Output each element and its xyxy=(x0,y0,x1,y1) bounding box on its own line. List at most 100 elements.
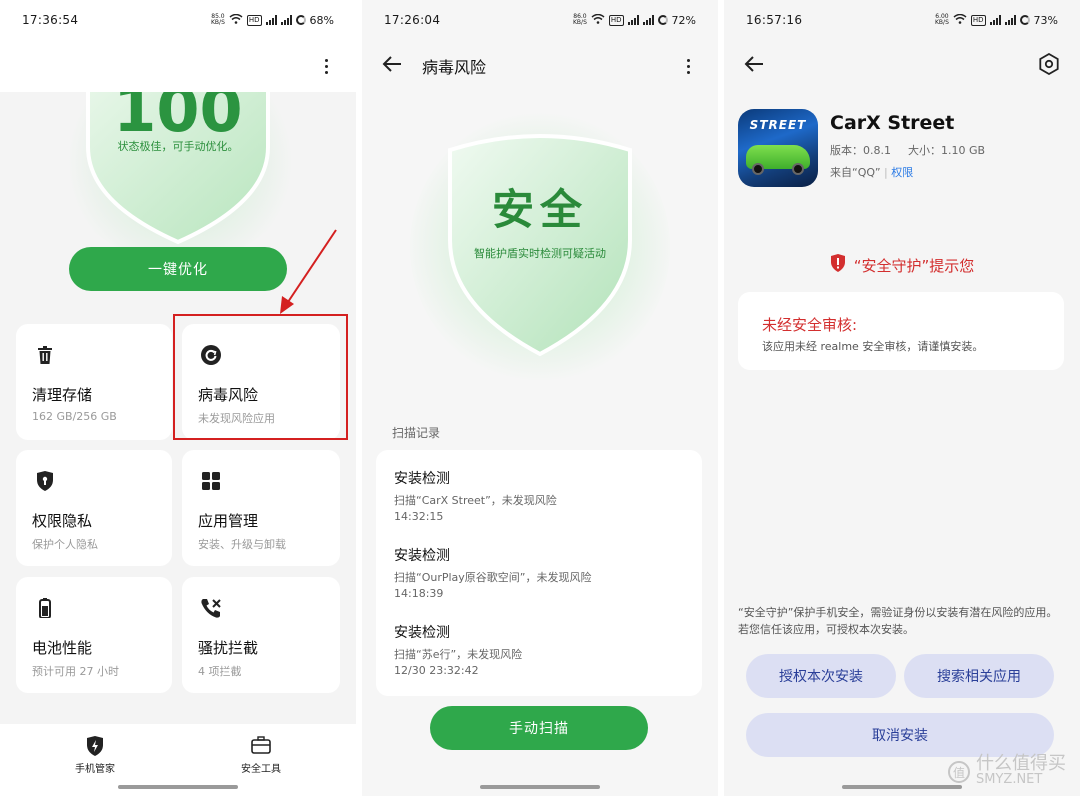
warning-card: 未经安全审核: 该应用未经 realme 安全审核，请谨慎安装。 xyxy=(738,292,1064,370)
card-subtitle: 保护个人隐私 xyxy=(32,538,98,551)
status-bar: 17:36:54 85.0 KB/S HD 68% xyxy=(0,0,356,40)
apps-grid-icon xyxy=(200,470,222,492)
warning-card-title: 未经安全审核: xyxy=(762,316,858,334)
signal-icon-2 xyxy=(642,15,654,25)
watermark-logo-icon: 值 xyxy=(948,761,970,783)
card-subtitle: 安装、升级与卸载 xyxy=(198,538,286,551)
app-icon-label: STREET xyxy=(749,118,807,132)
warning-shield-icon xyxy=(830,254,846,276)
list-item[interactable]: 安装检测 扫描“CarX Street”，未发现风险 14:32:15 xyxy=(394,468,557,523)
nav-label: 手机管家 xyxy=(75,764,115,775)
home-indicator xyxy=(118,785,238,789)
battery-icon xyxy=(34,597,56,619)
privacy-shield-icon xyxy=(34,470,56,492)
card-subtitle: 162 GB/256 GB xyxy=(32,410,117,423)
wifi-icon xyxy=(591,13,605,27)
net-speed: 6.00 KB/S xyxy=(935,13,949,26)
more-menu-icon[interactable] xyxy=(678,58,698,74)
back-arrow-icon[interactable] xyxy=(382,55,406,77)
battery-percent: 73% xyxy=(1033,13,1058,27)
phone-manager-screen: 17:36:54 85.0 KB/S HD 68% 100 状态极佳，可手动优化… xyxy=(0,0,356,796)
app-meta: 版本：0.8.1 大小：1.10 GB xyxy=(830,142,985,158)
back-arrow-icon[interactable] xyxy=(744,55,768,77)
card-harassment-block[interactable]: 骚扰拦截 4 项拦截 xyxy=(182,577,340,693)
card-title: 电池性能 xyxy=(32,639,93,657)
battery-percent: 68% xyxy=(309,13,334,27)
more-menu-icon[interactable] xyxy=(316,58,336,74)
card-title: 骚扰拦截 xyxy=(198,639,259,657)
card-clean-storage[interactable]: 清理存储 162 GB/256 GB xyxy=(16,324,172,440)
hd-icon: HD xyxy=(970,14,986,26)
wheel xyxy=(792,163,804,175)
nav-security-tools[interactable]: 安全工具 xyxy=(221,736,301,775)
record-time: 12/30 23:32:42 xyxy=(394,664,479,677)
status-icons: 85.0 KB/S HD 68% xyxy=(211,13,334,27)
watermark: 值 什么值得买 SMYZ.NET xyxy=(948,755,1066,788)
health-score: 100 xyxy=(113,92,243,146)
status-time: 16:57:16 xyxy=(746,13,803,27)
security-status-subtitle: 智能护盾实时检测可疑活动 xyxy=(474,247,606,260)
record-time: 14:18:39 xyxy=(394,587,444,600)
card-battery-performance[interactable]: 电池性能 预计可用 27 小时 xyxy=(16,577,172,693)
record-time: 14:32:15 xyxy=(394,510,444,523)
settings-gear-icon[interactable] xyxy=(1038,52,1060,79)
record-desc: 扫描“OurPlay原谷歌空间”，未发现风险 xyxy=(394,571,592,584)
install-warning-screen: 16:57:16 6.00 KB/S HD 73% STREET CarX St… xyxy=(724,0,1080,796)
battery-icon xyxy=(295,15,306,25)
annotation-highlight-box xyxy=(173,314,348,440)
nav-phone-manager[interactable]: 手机管家 xyxy=(55,736,135,775)
top-bar xyxy=(724,40,1080,92)
annotation-arrow-icon xyxy=(280,229,337,314)
card-title: 权限隐私 xyxy=(32,512,93,530)
triple-screenshot: 17:36:54 85.0 KB/S HD 68% 100 状态极佳，可手动优化… xyxy=(0,0,1080,796)
top-bar xyxy=(0,40,356,92)
status-bar: 17:26:04 86.0 KB/S HD 72% xyxy=(362,0,718,40)
page-title: 病毒风险 xyxy=(422,58,487,77)
wifi-icon xyxy=(953,13,967,27)
battery-icon xyxy=(1019,15,1030,25)
record-desc: 扫描“CarX Street”，未发现风险 xyxy=(394,494,557,507)
record-title: 安装检测 xyxy=(394,471,450,487)
app-icon: STREET xyxy=(738,109,818,187)
list-item[interactable]: 安装检测 扫描“OurPlay原谷歌空间”，未发现风险 14:18:39 xyxy=(394,545,592,600)
warning-card-desc: 该应用未经 realme 安全审核，请谨慎安装。 xyxy=(762,340,984,353)
health-status-text: 状态极佳，可手动优化。 xyxy=(117,140,239,153)
status-time: 17:36:54 xyxy=(22,13,79,27)
optimize-button[interactable]: 一键优化 xyxy=(69,247,287,291)
signal-icon xyxy=(627,15,639,25)
signal-icon xyxy=(265,15,277,25)
signal-icon-2 xyxy=(280,15,292,25)
scan-records-list: 安装检测 扫描“CarX Street”，未发现风险 14:32:15 安装检测… xyxy=(376,450,702,696)
search-related-button[interactable]: 搜索相关应用 xyxy=(904,654,1054,698)
security-warning-heading: “安全守护”提示您 xyxy=(724,254,1080,276)
scan-records-header: 扫描记录 xyxy=(392,426,441,440)
battery-percent: 72% xyxy=(671,13,696,27)
call-block-icon xyxy=(200,597,222,619)
list-item[interactable]: 安装检测 扫描“苏e行”，未发现风险 12/30 23:32:42 xyxy=(394,622,522,677)
status-icons: 86.0 KB/S HD 72% xyxy=(573,13,696,27)
card-subtitle: 预计可用 27 小时 xyxy=(32,665,119,678)
app-name: CarX Street xyxy=(830,112,955,134)
manual-scan-button[interactable]: 手动扫描 xyxy=(430,706,648,750)
hd-icon: HD xyxy=(246,14,262,26)
shield-graphic xyxy=(448,134,632,357)
status-bar: 16:57:16 6.00 KB/S HD 73% xyxy=(724,0,1080,40)
permissions-link[interactable]: 权限 xyxy=(891,166,913,179)
cancel-install-button[interactable]: 取消安装 xyxy=(746,713,1054,757)
security-footnote: “安全守护”保护手机安全，需验证身份以安装有潜在风险的应用。若您信任该应用，可授… xyxy=(738,606,1058,636)
card-title: 清理存储 xyxy=(32,386,93,404)
watermark-sub: SMYZ.NET xyxy=(976,772,1043,787)
net-speed: 85.0 KB/S xyxy=(211,13,225,26)
card-app-management[interactable]: 应用管理 安装、升级与卸载 xyxy=(182,450,340,566)
authorize-install-button[interactable]: 授权本次安装 xyxy=(746,654,896,698)
security-status-text: 安全 xyxy=(491,185,588,234)
home-indicator xyxy=(480,785,600,789)
trash-icon xyxy=(34,344,56,366)
card-subtitle: 4 项拦截 xyxy=(198,665,242,678)
wifi-icon xyxy=(229,13,243,27)
shield-bolt-icon xyxy=(55,736,135,756)
card-permission-privacy[interactable]: 权限隐私 保护个人隐私 xyxy=(16,450,172,566)
signal-icon-2 xyxy=(1004,15,1016,25)
app-version: 版本：0.8.1 xyxy=(830,144,891,157)
status-time: 17:26:04 xyxy=(384,13,441,27)
